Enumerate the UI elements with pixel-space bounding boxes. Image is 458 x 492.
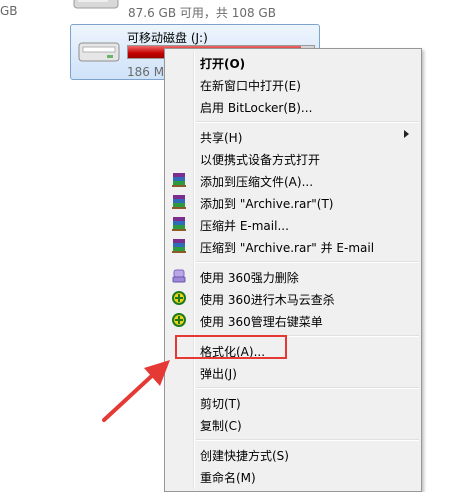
- menu-item-label: 添加到 "Archive.rar"(T): [200, 197, 334, 211]
- menu-item-open-new-window[interactable]: 在新窗口中打开(E): [167, 73, 419, 95]
- menu-item-eject[interactable]: 弹出(J): [167, 361, 419, 383]
- winrar-icon: [172, 173, 186, 187]
- menu-item-360-trojan-scan[interactable]: 使用 360进行木马云查杀: [167, 287, 419, 309]
- menu-item-label: 弹出(J): [200, 367, 237, 381]
- menu-item-label: 压缩到 "Archive.rar" 并 E-mail: [200, 241, 375, 255]
- drive-space-text: 87.6 GB 可用，共 108 GB: [128, 6, 276, 20]
- menu-item-share[interactable]: 共享(H): [167, 125, 419, 147]
- winrar-icon: [172, 195, 186, 209]
- drive-title: 可移动磁盘 (J:): [127, 31, 208, 45]
- 360-shield-icon: [172, 291, 186, 305]
- menu-item-360-manage-menu[interactable]: 使用 360管理右键菜单: [167, 309, 419, 331]
- winrar-icon: [172, 239, 186, 253]
- menu-item-label: 共享(H): [200, 131, 243, 145]
- submenu-arrow-icon: [404, 130, 409, 138]
- drive-info: 186 M: [127, 65, 165, 79]
- menu-item-label: 使用 360进行木马云查杀: [200, 293, 335, 307]
- menu-item-label: 剪切(T): [200, 397, 241, 411]
- context-menu: 打开(O) 在新窗口中打开(E) 启用 BitLocker(B)... 共享(H…: [164, 48, 422, 492]
- menu-item-open-portable[interactable]: 以便携式设备方式打开: [167, 147, 419, 169]
- winrar-icon: [172, 217, 186, 231]
- background-capacity-text: GB: [0, 4, 18, 18]
- menu-item-label: 复制(C): [200, 419, 242, 433]
- menu-item-add-to-archive[interactable]: 添加到压缩文件(A)...: [167, 169, 419, 191]
- menu-item-label: 压缩并 E-mail...: [200, 219, 289, 233]
- menu-item-label: 启用 BitLocker(B)...: [200, 101, 313, 115]
- menu-item-label: 使用 360强力删除: [200, 271, 299, 285]
- menu-item-360-shred[interactable]: 使用 360强力删除: [167, 265, 419, 287]
- menu-item-label: 使用 360管理右键菜单: [200, 315, 323, 329]
- menu-separator: [196, 439, 419, 441]
- menu-item-label: 添加到压缩文件(A)...: [200, 175, 314, 189]
- menu-item-label: 以便携式设备方式打开: [200, 153, 321, 167]
- format-highlight-box: [175, 335, 287, 359]
- 360-shield-icon: [172, 313, 186, 327]
- menu-item-label: 创建快捷方式(S): [200, 449, 289, 463]
- menu-item-add-to-archive-rar[interactable]: 添加到 "Archive.rar"(T): [167, 191, 419, 213]
- menu-item-rename[interactable]: 重命名(M): [167, 465, 419, 487]
- menu-item-copy[interactable]: 复制(C): [167, 413, 419, 435]
- removable-drive-icon: [78, 42, 120, 62]
- menu-item-bitlocker[interactable]: 启用 BitLocker(B)...: [167, 95, 419, 117]
- menu-separator: [196, 387, 419, 389]
- menu-separator: [196, 121, 419, 123]
- menu-item-compress-email[interactable]: 压缩并 E-mail...: [167, 213, 419, 235]
- menu-item-label: 重命名(M): [200, 471, 256, 485]
- menu-item-create-shortcut[interactable]: 创建快捷方式(S): [167, 443, 419, 465]
- drive-top-icon: [73, 0, 119, 9]
- menu-item-compress-rar-email[interactable]: 压缩到 "Archive.rar" 并 E-mail: [167, 235, 419, 257]
- menu-separator: [196, 261, 419, 263]
- menu-item-label: 打开(O): [200, 57, 246, 71]
- menu-item-open[interactable]: 打开(O): [167, 51, 419, 73]
- 360-shred-icon: [172, 269, 186, 283]
- menu-item-label: 在新窗口中打开(E): [200, 79, 301, 93]
- menu-item-cut[interactable]: 剪切(T): [167, 391, 419, 413]
- annotation-arrow-icon: [102, 360, 170, 422]
